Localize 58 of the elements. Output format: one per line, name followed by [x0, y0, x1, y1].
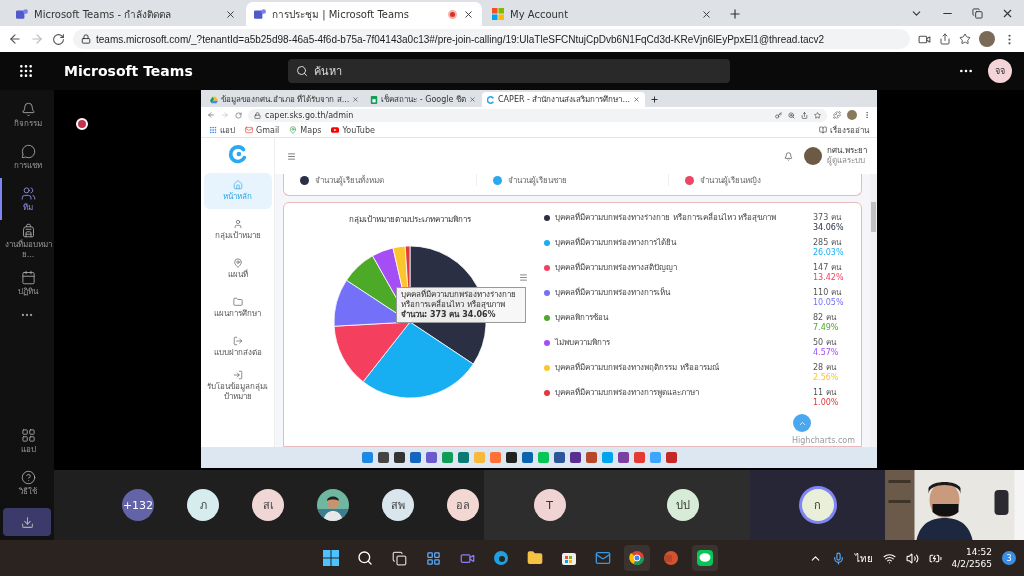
summary-label: จำนวนผู้เรียนชาย: [507, 174, 567, 187]
bookmark[interactable]: แอป: [209, 123, 235, 137]
search-field[interactable]: ค้นหา: [288, 59, 730, 83]
url-text: teams.microsoft.com/_?tenantId=a5b25d98-46a5-4f6d-b75a-7f04143a0c13#/pre-join-calling/19:UlaTleSFCNtujCpDvb6N1FqCd3d-KReVjn6lEyPpxEl1@thread.tacv2: [96, 33, 825, 45]
participant-avatar[interactable]: T: [533, 489, 566, 521]
participant-avatar[interactable]: สพ: [382, 489, 414, 521]
user-name: กศน.พระยา: [827, 146, 867, 156]
browser-tab[interactable]: การประชุม | Microsoft Teams: [246, 2, 482, 26]
browser-tab[interactable]: My Account: [484, 2, 720, 26]
language-indicator[interactable]: ไทย: [854, 550, 873, 566]
rail-item[interactable]: แอป: [0, 420, 54, 462]
participant-avatar[interactable]: อล: [447, 489, 479, 521]
rail-item[interactable]: การแชท: [0, 136, 54, 178]
legend-item[interactable]: บุคคลที่มีความบกพร่องทางสติปัญญา 147 คน 13.42%: [544, 263, 853, 285]
legend-item[interactable]: บุคคลที่มีความบกพร่องทางการเห็น 110 คน 10.05%: [544, 288, 853, 310]
nav-item[interactable]: แบบฝากส่งต่อ: [203, 329, 272, 365]
participant-avatar[interactable]: ก: [801, 489, 834, 521]
user-role: ผู้ดูแลระบบ: [827, 156, 867, 166]
chart-credit: Highcharts.com: [792, 436, 855, 445]
rail-item[interactable]: ทีม: [0, 178, 54, 220]
summary-label: จำนวนผู้เรียนหญิง: [700, 174, 762, 187]
summary-label: จำนวนผู้เรียนทั้งหมด: [315, 174, 384, 187]
nav-item[interactable]: กลุ่มเป้าหมาย: [203, 212, 272, 248]
nav-item[interactable]: รับโอนข้อมูลกลุ่มเป้าหมาย: [203, 368, 272, 404]
legend-item[interactable]: บุคคลที่มีความบกพร่องทางพฤติกรรม หรืออารมณ์ 28 คน 2.56%: [544, 363, 853, 385]
app-title: Microsoft Teams: [64, 63, 194, 79]
legend-item[interactable]: บุคคลที่มีความบกพร่องทางการได้ยิน 285 คน 26.03%: [544, 238, 853, 260]
rail-item[interactable]: งานที่มอบหมาย...: [0, 220, 54, 262]
browser-tab[interactable]: Microsoft Teams - กำลังติดตล: [8, 2, 244, 26]
participant-avatar[interactable]: สเ: [252, 489, 284, 521]
address-bar[interactable]: caper.sks.go.th/admin: [248, 108, 827, 122]
legend-item[interactable]: บุคคลที่มีความบกพร่องทางร่างกาย หรือการเคลื่อนไหว หรือสุขภาพ 373 คน 34.06%: [544, 213, 853, 235]
rail-item[interactable]: วิธีใช้: [0, 462, 54, 504]
clock[interactable]: 14:52 4/2/2565: [951, 546, 992, 570]
participant-tile[interactable]: T: [484, 470, 615, 540]
legend-item[interactable]: บุคคลพิการซ้อน 82 คน 7.49%: [544, 313, 853, 335]
bookmark[interactable]: Maps: [289, 125, 322, 135]
chart-title: กลุ่มเป้าหมายตามประเภทความพิการ: [349, 214, 471, 226]
legend-item[interactable]: ไม่พบความพิการ 50 คน 4.57%: [544, 338, 853, 360]
rail-item[interactable]: กิจกรรม: [0, 94, 54, 136]
rail-item[interactable]: ปฏิทิน: [0, 262, 54, 304]
user-avatar[interactable]: จจ: [988, 59, 1012, 83]
bookmark[interactable]: Gmail: [245, 125, 280, 135]
nav-item[interactable]: แผนการศึกษา: [203, 290, 272, 326]
bookmark[interactable]: YouTube: [331, 125, 375, 135]
legend-item[interactable]: บุคคลที่มีความบกพร่องทางการพูดและภาษา 11 คน 1.00%: [544, 388, 853, 410]
participant-tile[interactable]: ปป: [615, 470, 750, 540]
participant-avatar[interactable]: +132: [122, 489, 154, 521]
address-bar[interactable]: teams.microsoft.com/_?tenantId=a5b25d98-46a5-4f6d-b75a-7f04143a0c13#/pre-join-calling/19:UlaTleSFCNtujCpDvb6N1FqCd3d-KReVjn6lEyPpxEl1@thread.tacv2: [73, 29, 910, 49]
participant-avatar[interactable]: ปป: [666, 489, 699, 521]
browser-tab[interactable]: CAPER - สำนักงานส่งเสริมการศึกษา...: [482, 92, 646, 107]
reading-list[interactable]: เรื่องรออ่าน: [819, 123, 869, 137]
participant-tile[interactable]: ก: [750, 470, 885, 540]
participant-avatar[interactable]: ภ: [187, 489, 219, 521]
nav-item[interactable]: แผนที่: [203, 251, 272, 287]
chart-tooltip: บุคคลที่มีความบกพร่องทางร่างกาย หรือการเคลื่อนไหว หรือสุขภาพ จำนวน: 373 คน 34.06%: [396, 287, 526, 323]
browser-tab[interactable]: ข้อมูลของกศน.อำเภอ ที่ได้รับจาก ส...: [205, 92, 365, 107]
browser-tab[interactable]: เช็คสถานะ - Google ชีต: [365, 92, 481, 107]
